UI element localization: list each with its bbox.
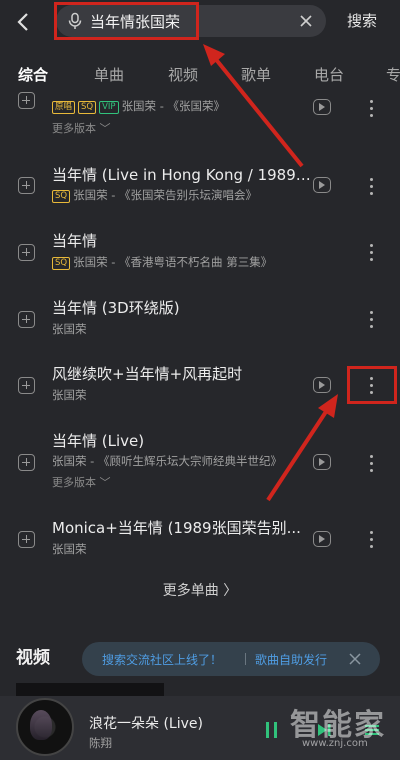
annotation-arrows [203,44,338,502]
